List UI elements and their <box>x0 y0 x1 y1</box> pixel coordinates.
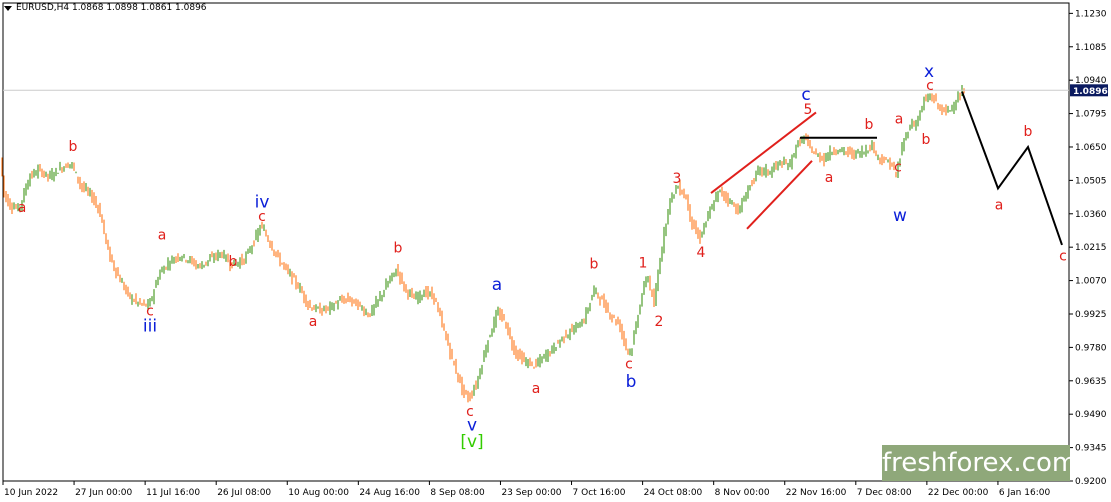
x-tick-label: 22 Dec 00:00 <box>928 488 989 498</box>
wave-label: [v] <box>460 432 483 452</box>
y-tick-label: 0.9925 <box>1075 310 1107 320</box>
wave-label: b <box>229 254 238 270</box>
x-tick-label: 27 Jun 00:00 <box>75 488 132 498</box>
y-tick-label: 0.9780 <box>1075 343 1107 353</box>
dropdown-triangle-icon[interactable] <box>4 5 12 11</box>
wave-label: a <box>158 228 167 244</box>
wave-label: a <box>18 200 27 216</box>
y-tick-label: 1.0070 <box>1075 277 1107 287</box>
x-axis: 10 Jun 2022 27 Jun 00:00 11 Jul 16:00 26 Ju… <box>2 481 1051 498</box>
x-tick-label: 24 Aug 16:00 <box>359 488 420 498</box>
wave-label: a <box>825 170 834 186</box>
x-tick-label: 11 Jul 16:00 <box>146 488 200 498</box>
wave-label: c <box>258 209 266 225</box>
watermark-logo: freshforex.com <box>882 445 1077 481</box>
y-tick-label: 0.9345 <box>1075 444 1107 454</box>
x-tick-label: 8 Sep 08:00 <box>430 488 485 498</box>
wave-label: a <box>532 381 541 397</box>
symbol-info: EURUSD,H4 1.0868 1.0898 1.0861 1.0896 <box>16 3 207 13</box>
wave-label: c <box>625 357 633 373</box>
wave-label: a <box>309 314 318 330</box>
x-tick-label: 24 Oct 08:00 <box>644 488 703 498</box>
y-tick-label: 0.9490 <box>1075 410 1107 420</box>
wave-label: 4 <box>697 245 706 261</box>
wave-label: a <box>492 275 502 295</box>
x-tick-label: 23 Sep 00:00 <box>501 488 561 498</box>
wave-label: 3 <box>673 171 682 187</box>
wave-label: 2 <box>655 314 664 330</box>
wave-label: 5 <box>804 102 813 118</box>
y-tick-label: 0.9635 <box>1075 377 1107 387</box>
wave-label: b <box>865 117 874 133</box>
x-tick-label: 10 Jun 2022 <box>4 488 58 498</box>
chart-header: EURUSD,H4 1.0868 1.0898 1.0861 1.0896 <box>4 3 207 13</box>
wave-label: a <box>895 111 904 127</box>
price-chart[interactable]: abciiiabivcabacv[v]abcb1234c5abcwabxcabc… <box>0 0 1111 502</box>
wave-label: b <box>69 139 78 155</box>
wave-label: b <box>922 132 931 148</box>
x-tick-label: 22 Nov 16:00 <box>786 488 847 498</box>
y-tick-label: 1.0795 <box>1075 110 1107 120</box>
y-tick-label: 1.0215 <box>1075 243 1107 253</box>
wave-label: b <box>626 372 637 392</box>
y-tick-label: 1.0360 <box>1075 210 1107 220</box>
x-tick-label: 7 Dec 08:00 <box>857 488 912 498</box>
y-axis: 1.12301.10851.09401.07951.06501.05051.03… <box>1069 9 1107 487</box>
wave-label: iii <box>143 317 157 337</box>
wave-label: c <box>1059 248 1067 264</box>
x-tick-label: 10 Aug 00:00 <box>288 488 349 498</box>
y-tick-label: 1.0505 <box>1075 176 1107 186</box>
y-tick-label: 1.1230 <box>1075 9 1107 19</box>
current-price-tag: 1.0896 <box>1070 84 1108 97</box>
wave-label: b <box>590 256 599 272</box>
wave-label: c <box>894 160 902 176</box>
y-tick-label: 1.1085 <box>1075 43 1107 53</box>
x-tick-label: 6 Jan 16:00 <box>999 488 1051 498</box>
wave-label: b <box>394 240 403 256</box>
wave-label: a <box>995 198 1004 214</box>
x-tick-label: 7 Oct 16:00 <box>573 488 626 498</box>
x-tick-label: 26 Jul 08:00 <box>217 488 271 498</box>
price-tag-text: 1.0896 <box>1073 87 1108 97</box>
wave-label: 1 <box>639 255 648 271</box>
y-tick-label: 0.9200 <box>1075 477 1107 487</box>
y-tick-label: 1.0650 <box>1075 143 1107 153</box>
x-tick-label: 8 Nov 00:00 <box>715 488 770 498</box>
wave-label: w <box>893 206 907 226</box>
wave-label: c <box>926 78 934 94</box>
wave-label: b <box>1024 124 1033 140</box>
